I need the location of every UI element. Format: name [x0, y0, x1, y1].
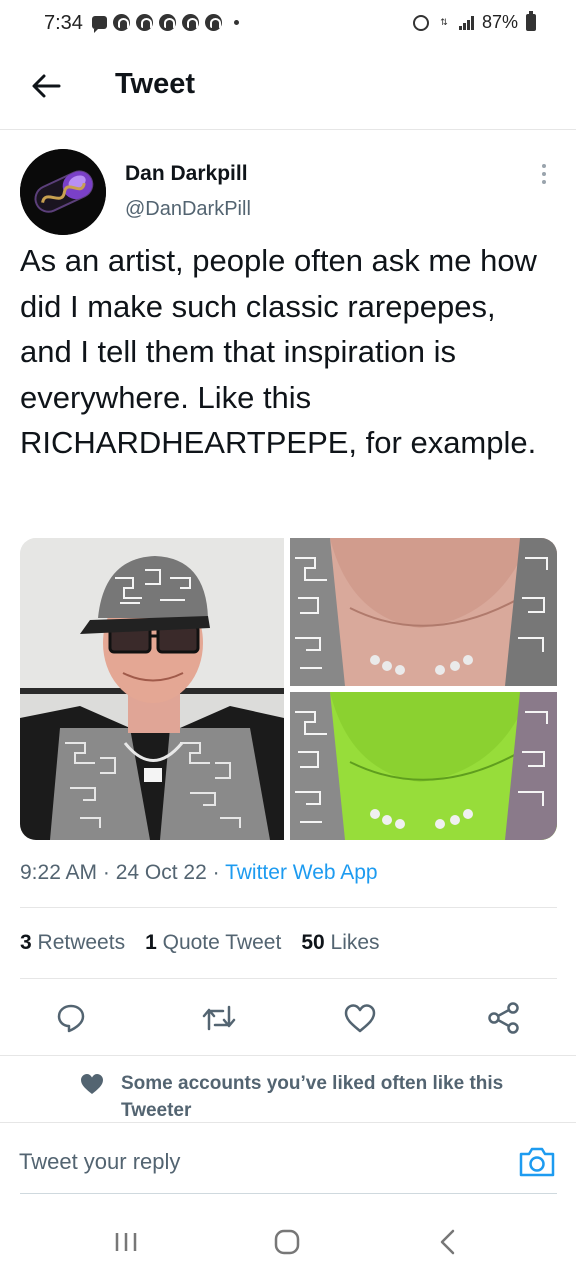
volte-icon: ⇅	[440, 17, 448, 27]
page-title: Tweet	[115, 68, 196, 100]
status-bar: 7:34 ⇅ 87%	[0, 0, 576, 48]
reply-underline	[20, 1193, 557, 1194]
app-notification-icon	[182, 14, 199, 31]
social-context: Some accounts you’ve liked often like th…	[0, 1055, 576, 1123]
chevron-left-icon	[440, 1229, 455, 1255]
message-icon	[92, 16, 107, 33]
tweet-actions	[20, 995, 557, 1041]
likes-stat[interactable]: 50 Likes	[301, 931, 379, 955]
recent-apps-button[interactable]	[114, 1230, 138, 1259]
author-handle[interactable]: @DanDarkPill	[125, 198, 251, 221]
reply-icon	[57, 1004, 85, 1033]
divider	[20, 978, 557, 979]
social-context-text: Some accounts you’ve liked often like th…	[121, 1073, 504, 1121]
tweet-photo-2[interactable]	[290, 538, 557, 686]
more-notifications-icon	[234, 20, 239, 25]
reply-composer: Tweet your reply	[0, 1123, 576, 1195]
share-icon	[488, 1002, 519, 1034]
system-nav-bar	[0, 1200, 576, 1280]
retweet-icon	[202, 1005, 236, 1031]
alarm-icon	[412, 14, 429, 31]
app-notification-icon	[113, 14, 130, 31]
tweet-source-link[interactable]: Twitter Web App	[225, 861, 378, 884]
like-button[interactable]	[337, 995, 383, 1041]
retweet-button[interactable]	[196, 995, 242, 1041]
battery-icon	[526, 11, 536, 31]
reply-input[interactable]: Tweet your reply	[19, 1149, 180, 1175]
divider	[20, 907, 557, 908]
tweet-text: As an artist, people often ask me how di…	[20, 243, 537, 460]
battery-percent: 87%	[481, 12, 518, 32]
home-icon	[274, 1229, 300, 1255]
share-button[interactable]	[481, 995, 527, 1041]
system-back-button[interactable]	[438, 1229, 458, 1260]
top-app-bar: Tweet	[0, 48, 576, 130]
like-icon	[344, 1004, 376, 1033]
retweets-stat[interactable]: 3 Retweets	[20, 931, 125, 955]
status-time: 7:34	[44, 12, 83, 34]
tweet-media-grid	[20, 538, 557, 840]
recent-apps-icon	[115, 1233, 137, 1251]
app-notification-icon	[205, 14, 222, 31]
app-notification-icon	[159, 14, 176, 31]
reply-button[interactable]	[48, 995, 94, 1041]
pill-avatar-image	[20, 149, 106, 235]
author-name[interactable]: Dan Darkpill	[125, 162, 248, 186]
author-avatar[interactable]	[20, 149, 106, 235]
tweet-photo-1[interactable]	[20, 538, 284, 840]
tweet-photo-3[interactable]	[290, 692, 557, 840]
quote-tweets-stat[interactable]: 1 Quote Tweet	[145, 931, 281, 955]
back-button[interactable]	[26, 68, 66, 104]
more-options-button[interactable]	[532, 160, 556, 188]
signal-icon	[458, 15, 474, 30]
back-arrow-icon	[32, 74, 61, 98]
heart-icon	[81, 1074, 103, 1094]
tweet-timestamp: 9:22 AM · 24 Oct 22 · Twitter Web App	[20, 861, 378, 884]
camera-icon	[519, 1147, 555, 1177]
camera-button[interactable]	[518, 1146, 556, 1178]
system-icons: ⇅ 87%	[412, 11, 536, 33]
home-button[interactable]	[274, 1229, 300, 1260]
app-notification-icon	[136, 14, 153, 31]
more-vertical-icon	[542, 164, 546, 168]
tweet-date[interactable]: 24 Oct 22	[116, 861, 207, 884]
tweet-stats: 3 Retweets 1 Quote Tweet 50 Likes	[20, 931, 380, 955]
tweet-time[interactable]: 9:22 AM	[20, 861, 97, 884]
notification-icons	[92, 14, 239, 33]
